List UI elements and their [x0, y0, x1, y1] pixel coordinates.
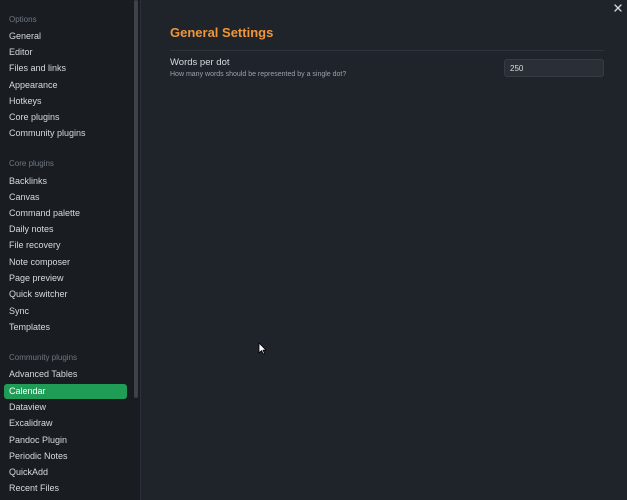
words-per-dot-input[interactable]	[504, 59, 604, 77]
page-title: General Settings	[170, 24, 273, 42]
sidebar-item-dataview[interactable]: Dataview	[4, 400, 127, 415]
sidebar-item-page-preview[interactable]: Page preview	[4, 271, 127, 286]
setting-description-words-per-dot: How many words should be represented by …	[170, 70, 346, 80]
sidebar-item-pandoc-plugin[interactable]: Pandoc Plugin	[4, 433, 127, 448]
close-icon[interactable]	[612, 1, 624, 13]
sidebar-item-appearance[interactable]: Appearance	[4, 78, 127, 93]
title-divider	[170, 50, 604, 51]
sidebar-heading-community-plugins: Community plugins	[9, 352, 77, 364]
sidebar-item-canvas[interactable]: Canvas	[4, 190, 127, 205]
sidebar-item-note-composer[interactable]: Note composer	[4, 255, 127, 270]
sidebar-item-quickadd[interactable]: QuickAdd	[4, 465, 127, 480]
sidebar-item-community-plugins[interactable]: Community plugins	[4, 126, 127, 141]
sidebar-item-backlinks[interactable]: Backlinks	[4, 174, 127, 189]
sidebar-item-sync[interactable]: Sync	[4, 304, 127, 319]
sidebar-item-calendar[interactable]: Calendar	[4, 384, 127, 399]
sidebar-scrollbar[interactable]	[134, 0, 138, 398]
sidebar-item-file-recovery[interactable]: File recovery	[4, 238, 127, 253]
sidebar-item-templates[interactable]: Templates	[4, 320, 127, 335]
sidebar-item-command-palette[interactable]: Command palette	[4, 206, 127, 221]
sidebar-scroll-area[interactable]: Options General Editor Files and links A…	[0, 0, 134, 500]
sidebar-item-quick-switcher[interactable]: Quick switcher	[4, 287, 127, 302]
sidebar-item-advanced-tables[interactable]: Advanced Tables	[4, 367, 127, 382]
sidebar-item-periodic-notes[interactable]: Periodic Notes	[4, 449, 127, 464]
sidebar-item-daily-notes[interactable]: Daily notes	[4, 222, 127, 237]
sidebar-item-files-and-links[interactable]: Files and links	[4, 61, 127, 76]
sidebar-item-general[interactable]: General	[4, 29, 127, 44]
sidebar-heading-core-plugins: Core plugins	[9, 158, 54, 170]
settings-window: Options General Editor Files and links A…	[0, 0, 627, 500]
sidebar-item-core-plugins[interactable]: Core plugins	[4, 110, 127, 125]
settings-sidebar: Options General Editor Files and links A…	[0, 0, 141, 500]
mouse-pointer-icon	[258, 342, 267, 355]
sidebar-heading-options: Options	[9, 14, 37, 26]
sidebar-item-hotkeys[interactable]: Hotkeys	[4, 94, 127, 109]
sidebar-item-recent-files[interactable]: Recent Files	[4, 481, 127, 496]
setting-name-words-per-dot: Words per dot	[170, 57, 230, 69]
sidebar-item-excalidraw[interactable]: Excalidraw	[4, 416, 127, 431]
sidebar-item-editor[interactable]: Editor	[4, 45, 127, 60]
